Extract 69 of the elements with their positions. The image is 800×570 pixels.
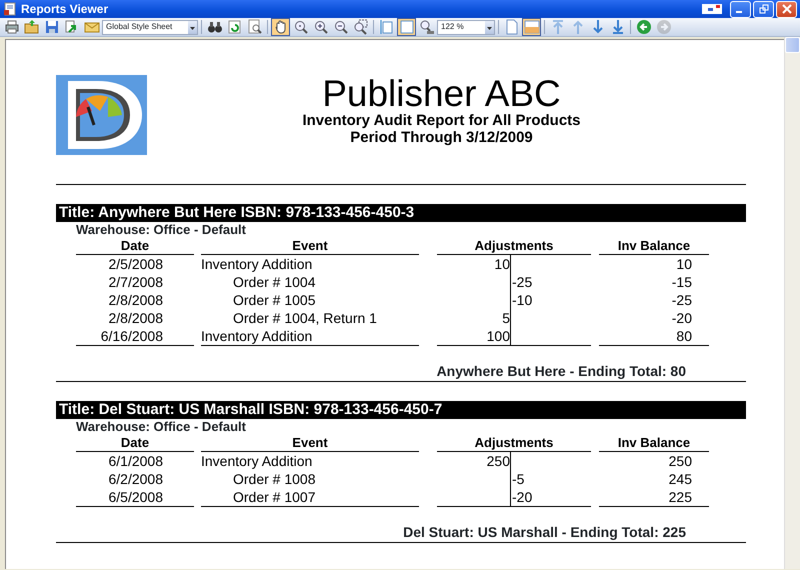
table-cell-text: 2/7/2008 xyxy=(108,273,164,291)
dropdown-field[interactable]: Global Style Sheet xyxy=(102,20,198,34)
table-cell: 100 xyxy=(486,328,510,344)
column-header: Adjustments xyxy=(437,238,591,255)
table-cell: Order # 1008 xyxy=(233,471,316,487)
restore-button[interactable] xyxy=(753,0,774,18)
table-cell: 5 xyxy=(502,310,510,326)
column-header: Inv Balance xyxy=(599,238,709,255)
table-cell: -25 xyxy=(512,274,532,290)
close-icon xyxy=(782,4,792,14)
tray-icon xyxy=(702,4,722,14)
ending-total: Anywhere But Here - Ending Total: 80 xyxy=(436,363,686,379)
back-button[interactable] xyxy=(634,18,653,36)
table-cell: Inventory Addition xyxy=(201,328,312,344)
table-cell: -25 xyxy=(672,292,692,308)
table-cell: Order # 1005 xyxy=(233,292,316,308)
folder-button[interactable] xyxy=(22,18,41,36)
table-cell-text: 2/8/2008 xyxy=(108,291,164,309)
table-cell: 250 xyxy=(486,453,510,469)
column-header: Date xyxy=(76,435,194,452)
scrollbar[interactable] xyxy=(784,37,800,569)
table-cell-text: 2/5/2008 xyxy=(108,255,164,273)
minimize-button[interactable] xyxy=(730,0,751,18)
report-title: Publisher ABC xyxy=(321,75,562,112)
table-cell: 225 xyxy=(668,489,692,505)
table-cell: -20 xyxy=(512,489,532,505)
window-title: Reports Viewer xyxy=(21,1,108,18)
table-cell: Inventory Addition xyxy=(201,256,312,272)
table-cell: -20 xyxy=(672,310,692,326)
table-cell-text: 6/2/2008 xyxy=(108,470,164,488)
table-cell: -15 xyxy=(672,274,692,290)
table-cell: 80 xyxy=(676,328,692,344)
report-subtitle: Inventory Audit Report for All Products xyxy=(301,112,582,129)
table-cell: 6/16/2008 xyxy=(76,327,194,346)
column-header: Adjustments xyxy=(437,435,591,452)
hand-button[interactable] xyxy=(271,18,290,36)
table-cell: 245 xyxy=(668,471,692,487)
close-button[interactable] xyxy=(776,0,797,18)
report-period: Period Through 3/12/2009 xyxy=(349,129,534,146)
restore-icon xyxy=(758,4,768,14)
table-cell: 6/5/2008 xyxy=(76,488,194,507)
ending-total: Del Stuart: US Marshall - Ending Total: 225 xyxy=(403,524,686,540)
section-heading: Title: Del Stuart: US Marshall ISBN: 978-133-456-450-7 xyxy=(56,401,746,419)
caret-icon[interactable] xyxy=(188,20,197,34)
column-header: Date xyxy=(76,238,194,255)
table-cell: Order # 1004, Return 1 xyxy=(233,310,377,326)
column-header: Event xyxy=(201,238,419,255)
two-pages-button[interactable] xyxy=(522,18,541,36)
warehouse-label: Warehouse: Office - Default xyxy=(75,222,247,238)
table-cell-text: 2/8/2008 xyxy=(108,309,164,327)
table-cell: -5 xyxy=(512,471,524,487)
fit-page-button[interactable] xyxy=(397,18,416,36)
logo-icon xyxy=(56,75,147,155)
dropdown-field[interactable]: 122 % xyxy=(437,20,495,34)
column-header: Event xyxy=(201,435,419,452)
section-heading: Title: Anywhere But Here ISBN: 978-133-456-450-3 xyxy=(56,204,746,222)
table-cell: 10 xyxy=(676,256,692,272)
table-cell: 10 xyxy=(494,256,510,272)
table-cell: Order # 1004 xyxy=(233,274,316,290)
warehouse-label: Warehouse: Office - Default xyxy=(75,419,247,435)
table-cell: Inventory Addition xyxy=(201,453,312,469)
caret-icon[interactable] xyxy=(485,20,494,34)
table-cell: -10 xyxy=(512,292,532,308)
table-cell-text: 6/1/2008 xyxy=(108,452,164,470)
table-cell: Order # 1007 xyxy=(233,489,316,505)
app-icon xyxy=(3,2,17,16)
column-header: Inv Balance xyxy=(599,435,709,452)
minimize-icon xyxy=(736,11,742,13)
table-cell: 250 xyxy=(668,453,692,469)
